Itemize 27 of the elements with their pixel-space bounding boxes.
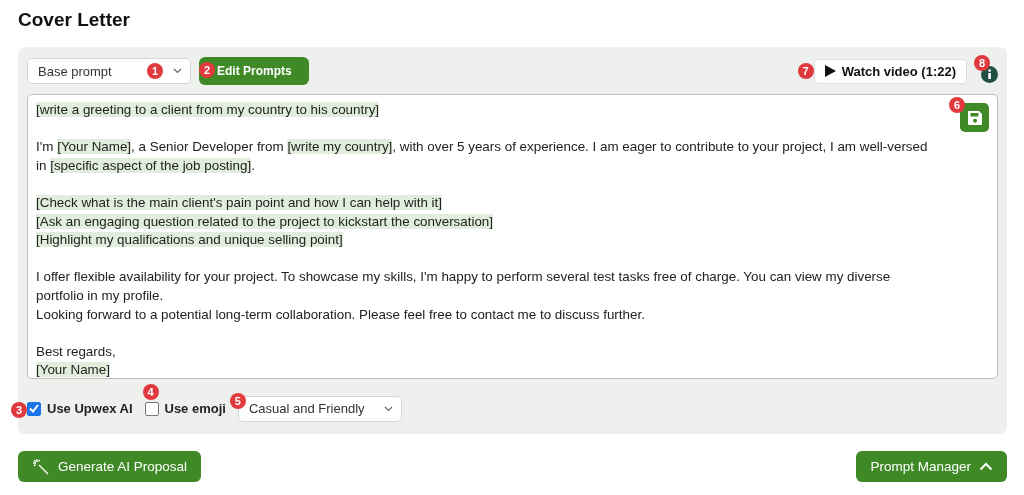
number-badge: 4: [142, 384, 159, 400]
generate-proposal-button[interactable]: Generate AI Proposal: [18, 451, 202, 482]
number-badge: 3: [11, 402, 27, 418]
play-icon: [824, 65, 836, 77]
prompt-manager-button[interactable]: Prompt Manager: [856, 451, 1007, 482]
caret-icon: [173, 68, 182, 74]
page-title: Cover Letter: [18, 8, 131, 32]
letter-line: Best regards,: [36, 342, 117, 361]
chevron-up-icon: [979, 462, 993, 471]
magic-wand-icon: [32, 457, 50, 476]
cover-letter-editor[interactable]: [27, 94, 998, 379]
letter-line: I offer flexible availability for your project. To showcase my skills, I'm happy to perform several test tasks free of charge. You can view my diverse: [36, 268, 892, 287]
letter-line: portfolio in my profile.: [36, 286, 165, 305]
letter-line: I'm [Your Name], a Senior Developer from [write my country], with over 5 years of experience. I am eager to contribute to your project, I am well-versed: [36, 138, 929, 157]
checkbox-label: Use emoji: [164, 401, 226, 416]
number-badge: 5: [229, 392, 246, 409]
number-badge: 6: [949, 97, 965, 113]
letter-line: in [specific aspect of the job posting].: [36, 156, 256, 175]
save-button[interactable]: [960, 103, 989, 132]
checkbox[interactable]: [144, 401, 159, 416]
checkbox-label: Use Upwex AI: [47, 401, 133, 416]
letter-line: Looking forward to a potential long-term collaboration. Please feel free to contact me to discuss further.: [36, 305, 646, 324]
checkbox[interactable]: [27, 401, 41, 416]
caret-icon: [383, 405, 393, 412]
number-badge: 8: [974, 54, 990, 71]
number-badge: 7: [797, 62, 814, 79]
watch-video-button[interactable]: Watch video (1:22): [813, 58, 967, 84]
